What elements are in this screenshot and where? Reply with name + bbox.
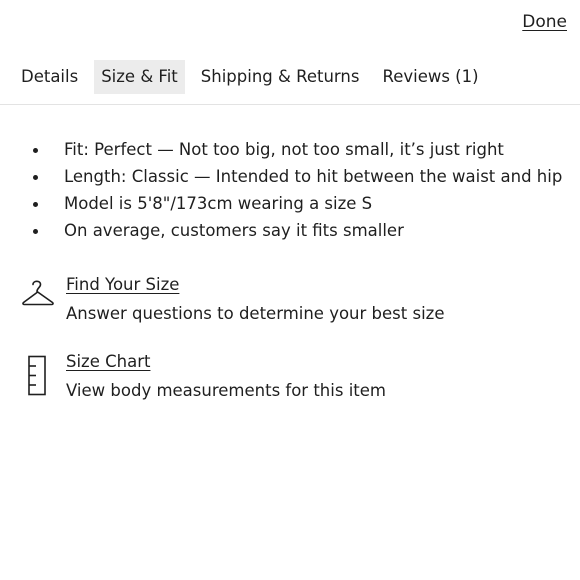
- list-item: Model is 5'8"/173cm wearing a size S: [33, 190, 562, 217]
- hanger-icon: [20, 275, 56, 324]
- fit-details-list: Fit: Perfect — Not too big, not too smal…: [33, 136, 562, 244]
- average-fit-text: On average, customers say it fits smalle…: [64, 221, 404, 240]
- size-chart-section: Size Chart View body measurements for th…: [20, 352, 386, 401]
- size-fit-panel: Done Details Size & Fit Shipping & Retur…: [0, 0, 580, 580]
- ruler-icon: [20, 352, 56, 401]
- tab-details[interactable]: Details: [14, 60, 85, 94]
- list-item: On average, customers say it fits smalle…: [33, 217, 562, 244]
- model-detail-text: Model is 5'8"/173cm wearing a size S: [64, 194, 373, 213]
- tab-divider: [0, 104, 580, 105]
- bullet-icon: [33, 148, 38, 153]
- length-detail-text: Length: Classic — Intended to hit betwee…: [64, 167, 563, 186]
- bullet-icon: [33, 175, 38, 180]
- find-your-size-link[interactable]: Find Your Size: [66, 275, 179, 295]
- tab-shipping-returns[interactable]: Shipping & Returns: [194, 60, 367, 94]
- bullet-icon: [33, 202, 38, 207]
- tab-bar: Details Size & Fit Shipping & Returns Re…: [14, 60, 495, 94]
- find-your-size-section: Find Your Size Answer questions to deter…: [20, 275, 444, 324]
- done-button[interactable]: Done: [522, 12, 567, 32]
- size-chart-text: Size Chart View body measurements for th…: [66, 352, 386, 401]
- size-chart-description: View body measurements for this item: [66, 381, 386, 400]
- bullet-icon: [33, 229, 38, 234]
- list-item: Fit: Perfect — Not too big, not too smal…: [33, 136, 562, 163]
- fit-detail-text: Fit: Perfect — Not too big, not too smal…: [64, 140, 504, 159]
- tab-reviews[interactable]: Reviews (1): [375, 60, 485, 94]
- tab-size-fit[interactable]: Size & Fit: [94, 60, 185, 94]
- find-your-size-text: Find Your Size Answer questions to deter…: [66, 275, 444, 324]
- find-your-size-description: Answer questions to determine your best …: [66, 304, 445, 323]
- size-chart-link[interactable]: Size Chart: [66, 352, 150, 372]
- list-item: Length: Classic — Intended to hit betwee…: [33, 163, 562, 190]
